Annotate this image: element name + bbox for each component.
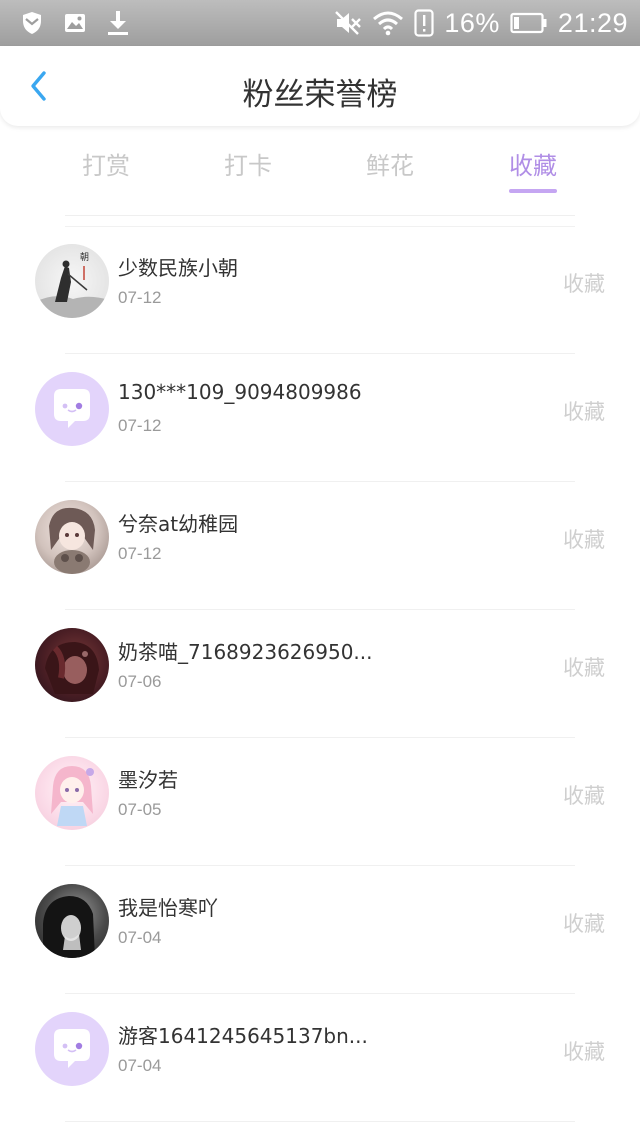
battery-icon [510,12,548,34]
shield-icon [20,11,44,35]
pink-anime-avatar-icon [51,766,94,826]
fan-date: 07-12 [118,288,162,307]
fan-name: 墨汐若 [118,768,178,792]
tab-favorites[interactable]: 收藏 [498,146,568,181]
status-bar-notifications [20,8,130,38]
clock: 21:29 [557,7,628,38]
fan-name: 我是怡寒吖 [118,896,218,920]
chat-bubble-icon [54,389,90,428]
fan-date: 07-04 [118,928,162,947]
fan-row[interactable]: 兮奈at幼稚园 07-12 收藏 [35,482,605,610]
ink-painting-avatar-icon: 朝 [35,252,109,318]
fan-row[interactable]: 朝 少数民族小朝 07-12 收藏 [35,226,605,354]
favorite-label: 收藏 [563,912,605,936]
fan-date: 07-06 [118,672,162,691]
favorite-label: 收藏 [563,400,605,424]
tab-flowers[interactable]: 鲜花 [355,146,425,181]
fan-name: 130***109_9094809986 [118,380,362,404]
fan-name: 游客1641245645137bn... [118,1024,368,1048]
fan-list: 朝 少数民族小朝 07-12 收藏 130***109_9094809986 0… [0,226,640,1122]
fan-name: 奶茶喵_7168923626950... [118,640,373,664]
chat-bubble-icon [54,1029,90,1068]
avatar[interactable] [35,756,109,830]
favorite-label: 收藏 [563,1040,605,1064]
avatar[interactable]: 朝 [35,244,109,318]
active-tab-indicator [509,189,557,193]
fan-row[interactable]: 墨汐若 07-05 收藏 [35,738,605,866]
fan-date: 07-04 [118,1056,162,1075]
avatar[interactable] [35,1012,109,1086]
download-icon [106,10,130,36]
bw-photo-avatar-icon [43,896,95,958]
page-title: 粉丝荣誉榜 [242,77,398,113]
avatar[interactable] [35,628,109,702]
nav-header: 粉丝荣誉榜 [0,46,640,126]
image-icon [64,12,86,34]
avatar[interactable] [35,884,109,958]
anime-girl-avatar-icon [49,507,95,574]
tab-bar: 打赏 打卡 鲜花 收藏 [35,140,605,200]
avatar[interactable] [35,372,109,446]
fan-row[interactable]: 130***109_9094809986 07-12 收藏 [35,354,605,482]
favorite-label: 收藏 [563,272,605,296]
favorite-label: 收藏 [563,784,605,808]
favorite-label: 收藏 [563,656,605,680]
divider [65,215,575,216]
fan-date: 07-12 [118,416,162,435]
fan-name: 少数民族小朝 [118,256,238,280]
tab-reward[interactable]: 打赏 [71,146,141,181]
status-bar-system: 16% 21:29 [334,8,628,38]
battery-percent: 16% [444,7,500,38]
sim-alert-icon [414,9,434,37]
status-bar: 16% 21:29 [0,0,640,46]
fan-date: 07-12 [118,544,162,563]
mute-icon [334,10,362,36]
avatar[interactable] [35,500,109,574]
fan-name: 兮奈at幼稚园 [118,512,239,536]
fan-row[interactable]: 奶茶喵_7168923626950... 07-06 收藏 [35,610,605,738]
tab-checkin[interactable]: 打卡 [213,146,283,181]
fan-row[interactable]: 游客1641245645137bn... 07-04 收藏 [35,994,605,1122]
dark-portrait-avatar-icon [45,642,99,694]
fan-row[interactable]: 我是怡寒吖 07-04 收藏 [35,866,605,994]
fan-date: 07-05 [118,800,162,819]
wifi-icon [372,10,404,36]
favorite-label: 收藏 [563,528,605,552]
svg-text:朝: 朝 [80,252,89,263]
